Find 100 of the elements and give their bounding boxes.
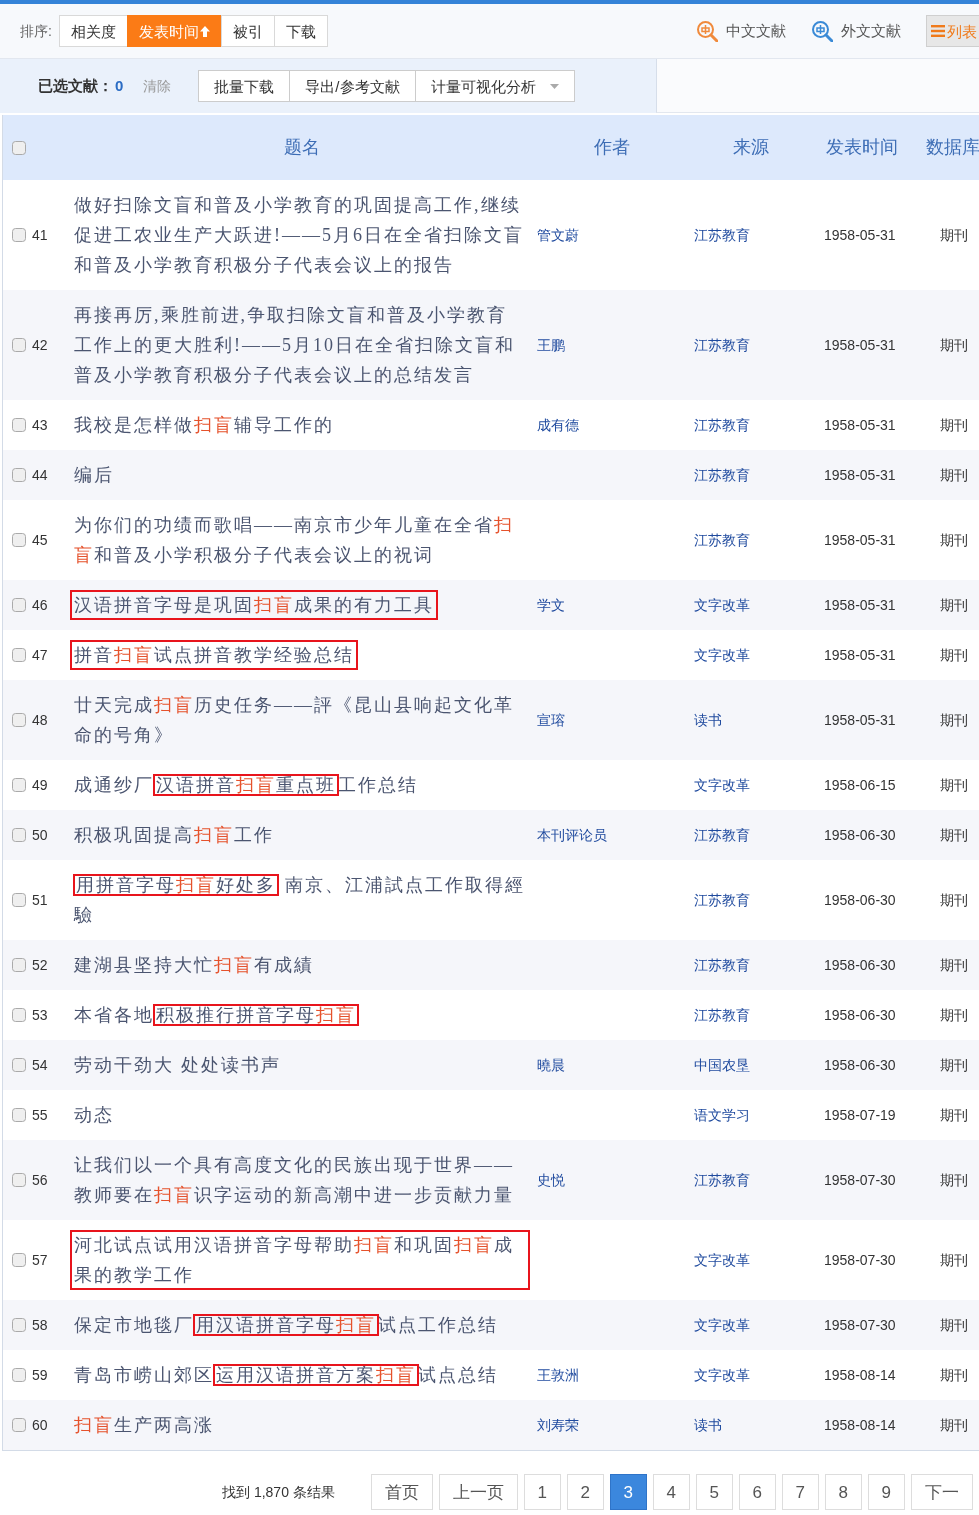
row-checkbox[interactable] (12, 1253, 26, 1267)
source-link[interactable]: 江苏教育 (694, 956, 750, 973)
row-checkbox[interactable] (12, 468, 26, 482)
title-link[interactable]: 成通纱厂 汉语拼音扫盲重点班 工作总结 (70, 770, 422, 800)
page-button[interactable]: 8 (824, 1474, 862, 1510)
row-checkbox[interactable] (12, 1173, 26, 1187)
date-text: 1958-07-30 (824, 1171, 896, 1188)
column-header: 作者 (594, 136, 630, 157)
title-link[interactable]: 劳动干劲大 处处读书声 (70, 1050, 285, 1080)
page-button[interactable]: 2 (566, 1474, 604, 1510)
title-link[interactable]: 我校是怎样做扫盲辅导工作的 (70, 410, 338, 440)
analysis-dropdown[interactable]: 计量可视化分析 (414, 70, 575, 102)
author-link[interactable]: 管文蔚 (537, 226, 579, 243)
source-link[interactable]: 中国农垦 (694, 1056, 750, 1073)
action-button[interactable]: 批量下载 (198, 70, 291, 102)
source-link[interactable]: 文字改革 (694, 1251, 750, 1268)
source-link[interactable]: 江苏教育 (694, 336, 750, 353)
page-button[interactable]: 7 (781, 1474, 819, 1510)
row-checkbox[interactable] (12, 713, 26, 727)
annotation-frame: 用拼音字母扫盲好处多 (74, 875, 278, 895)
row-checkbox[interactable] (12, 1318, 26, 1332)
page-button[interactable]: 9 (867, 1474, 905, 1510)
row-checkbox[interactable] (12, 1058, 26, 1072)
title-link[interactable]: 做好扫除文盲和普及小学教育的巩固提高工作,继续促进工农业生产大跃进!——5月6日在全省扫除文盲和普及小学教育积极分子代表会议上的报告 (70, 190, 530, 280)
title-link[interactable]: 廿天完成扫盲历史任务——評《昆山县响起文化革命的号角》 (70, 690, 530, 750)
source-link[interactable]: 江苏教育 (694, 826, 750, 843)
date-text: 1958-06-30 (824, 956, 896, 973)
source-link[interactable]: 文字改革 (694, 1316, 750, 1333)
row-checkbox[interactable] (12, 418, 26, 432)
select-all-checkbox[interactable] (12, 140, 26, 155)
row-checkbox[interactable] (12, 778, 26, 792)
source-link[interactable]: 江苏教育 (694, 531, 750, 548)
column-header: 题名 (284, 136, 320, 157)
title-link[interactable]: 让我们以一个具有高度文化的民族出现于世界——教师要在扫盲识字运动的新高潮中进一步贡献力量 (70, 1150, 530, 1210)
title-link[interactable]: 扫盲生产两高涨 (70, 1410, 218, 1440)
annotation-frame: 积极推行拼音字母扫盲 (154, 1005, 358, 1025)
author-link[interactable]: 本刊评论员 (537, 826, 607, 843)
source-link[interactable]: 江苏教育 (694, 1006, 750, 1023)
row-checkbox[interactable] (12, 1108, 26, 1122)
title-link[interactable]: 河北试点试用汉语拼音字母帮助扫盲和巩固 扫盲成果的教学工作 (70, 1230, 530, 1290)
date-text: 1958-06-30 (824, 1056, 896, 1073)
page-button[interactable]: 1 (523, 1474, 561, 1510)
row-checkbox[interactable] (12, 958, 26, 972)
action-button[interactable]: 导出/参考文献 (289, 70, 416, 102)
title-link[interactable]: 再接再厉,乘胜前进,争取扫除文盲和普及小学教育工作上的更大胜利!——5月10日在全省扫除文盲和普及小学教育积极分子代表会议上的总结发言 (70, 300, 530, 390)
source-link[interactable]: 语文学习 (694, 1106, 750, 1123)
row-checkbox[interactable] (12, 228, 26, 242)
row-checkbox[interactable] (12, 533, 26, 547)
author-link[interactable]: 刘寿荣 (537, 1416, 579, 1433)
title-link[interactable]: 为你们的功绩而歌唱——南京市少年儿童在全省扫盲和普及小学积极分子代表会议上的祝词 (70, 510, 530, 570)
row-checkbox[interactable] (12, 338, 26, 352)
row-checkbox[interactable] (12, 893, 26, 907)
row-checkbox[interactable] (12, 1418, 26, 1432)
author-link[interactable]: 王敦洲 (537, 1366, 579, 1383)
row-checkbox[interactable] (12, 648, 26, 662)
title-link[interactable]: 本省各地 积极推行拼音字母扫盲 (70, 1000, 362, 1030)
author-link[interactable]: 学文 (537, 596, 565, 613)
source-link[interactable]: 江苏教育 (694, 416, 750, 433)
title-link[interactable]: 汉语拼音字母是巩固 扫盲成果的有力工具 (70, 590, 438, 620)
page-button[interactable]: 3 (609, 1474, 647, 1510)
title-link[interactable]: 青岛市崂山郊区 运用汉语拼音方案扫盲 试点总结 (70, 1360, 502, 1390)
source-link[interactable]: 江苏教育 (694, 1171, 750, 1188)
source-link[interactable]: 读书 (694, 711, 722, 728)
page-button[interactable]: 5 (695, 1474, 733, 1510)
title-link[interactable]: 动态 (70, 1100, 118, 1130)
page-nav-button[interactable]: 上一页 (438, 1474, 518, 1510)
page-button[interactable]: 6 (738, 1474, 776, 1510)
title-link[interactable]: 积极巩固提高扫盲工作 (70, 820, 278, 850)
title-link[interactable]: 编后 (70, 460, 118, 490)
source-link[interactable]: 文字改革 (694, 646, 750, 663)
sort-button[interactable]: 相关度 (58, 15, 128, 47)
database-text: 期刊 (940, 596, 968, 613)
row-checkbox[interactable] (12, 828, 26, 842)
author-link[interactable]: 成有德 (537, 416, 579, 433)
language-link[interactable]: 中文文献 (696, 19, 786, 43)
row-checkbox[interactable] (12, 598, 26, 612)
sort-button[interactable]: 下载 (273, 15, 328, 47)
source-link[interactable]: 读书 (694, 1416, 722, 1433)
up-arrow-icon (199, 25, 210, 37)
author-link[interactable]: 宣瑢 (537, 711, 565, 728)
language-link[interactable]: 外文文献 (811, 19, 901, 43)
title-link[interactable]: 保定市地毯厂 用汉语拼音字母扫盲 试点工作总结 (70, 1310, 502, 1340)
author-link[interactable]: 史悦 (537, 1171, 565, 1188)
source-link[interactable]: 文字改革 (694, 1366, 750, 1383)
source-link[interactable]: 江苏教育 (694, 891, 750, 908)
row-checkbox[interactable] (12, 1008, 26, 1022)
source-link[interactable]: 文字改革 (694, 776, 750, 793)
title-link[interactable]: 建湖县坚持大忙扫盲有成績 (70, 950, 318, 980)
page-button[interactable]: 4 (652, 1474, 690, 1510)
title-link[interactable]: 拼音扫盲试点拼音教学经验总结 (70, 640, 358, 670)
source-link[interactable]: 江苏教育 (694, 466, 750, 483)
author-link[interactable]: 王鹏 (537, 336, 565, 353)
source-link[interactable]: 文字改革 (694, 596, 750, 613)
row-checkbox[interactable] (12, 1368, 26, 1382)
sort-button[interactable]: 被引 (220, 15, 275, 47)
author-link[interactable]: 曉晨 (537, 1056, 565, 1073)
source-link[interactable]: 江苏教育 (694, 226, 750, 243)
page-nav-button[interactable]: 下一 (910, 1474, 973, 1510)
page-nav-button[interactable]: 首页 (370, 1474, 433, 1510)
title-link[interactable]: 用拼音字母扫盲好处多 南京、江浦試点工作取得經驗 (70, 870, 530, 930)
